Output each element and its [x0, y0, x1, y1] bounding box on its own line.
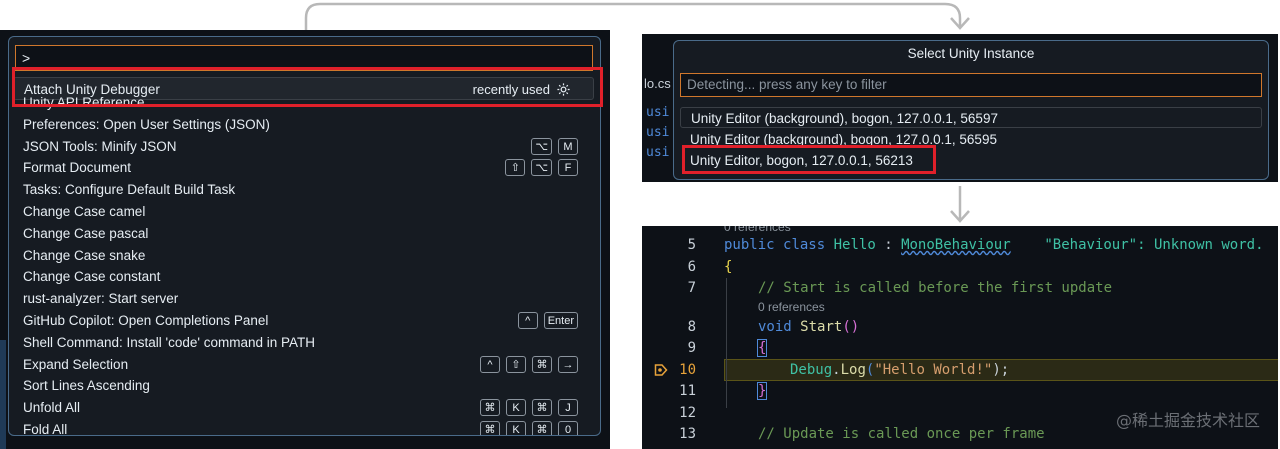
code-fragment: usi	[646, 145, 670, 160]
keybinding: ⌘ K ⌘ 0	[480, 420, 578, 435]
keycap: ⌘	[532, 420, 552, 435]
keycap: F	[558, 159, 578, 177]
keycap: 0	[558, 420, 578, 435]
command-label: Shell Command: Install 'code' command in…	[23, 334, 316, 350]
command-item[interactable]: Change Case pascal	[9, 223, 600, 245]
line-number: 5	[687, 237, 696, 253]
keycap: ^	[480, 355, 500, 373]
command-item[interactable]: Fold All ⌘ K ⌘ 0	[9, 419, 600, 436]
picker-title: Select Unity Instance	[907, 46, 1035, 61]
command-item[interactable]: Tasks: Configure Default Build Task	[9, 179, 600, 201]
code-editor: 0 references 5 6 7 8 9 10 11 12 13 publi…	[642, 226, 1278, 449]
command-label: Sort Lines Ascending	[23, 378, 150, 394]
instance-filter-input[interactable]: Detecting... press any key to filter	[680, 73, 1262, 97]
command-label: Tasks: Configure Default Build Task	[23, 182, 236, 198]
command-item[interactable]: Format Document ⇧ ⌥ F	[9, 157, 600, 179]
keycap: ⌥	[531, 159, 552, 177]
command-item[interactable]: rust-analyzer: Start server	[9, 288, 600, 310]
command-item[interactable]: Change Case snake	[9, 245, 600, 267]
command-label: Format Document	[23, 160, 132, 176]
keycap: K	[506, 399, 526, 417]
command-label: Change Case constant	[23, 269, 161, 285]
line-number: 12	[679, 405, 696, 421]
code-line-8: void Start()	[758, 319, 860, 335]
highlight-unity-editor-instance	[682, 145, 936, 174]
line-number: 8	[687, 319, 696, 335]
misspelled-word: MonoBehaviour	[901, 237, 1011, 253]
keycap: →	[558, 355, 578, 373]
keybinding: ^ ⇧ ⌘ →	[480, 355, 578, 373]
editor-gutter-stripe	[0, 340, 6, 449]
keycap: ⌘	[480, 399, 500, 417]
line-number: 9	[687, 340, 696, 356]
command-label: rust-analyzer: Start server	[23, 291, 179, 307]
code-line-5: public class Hello : MonoBehaviour "Beha…	[724, 237, 1264, 253]
highlight-attach-debugger	[12, 67, 603, 107]
code-line-10: Debug.Log("Hello World!");	[790, 362, 1010, 378]
command-item[interactable]: Sort Lines Ascending	[9, 375, 600, 397]
keycap: ^	[517, 311, 538, 329]
keycap: ⌘	[532, 355, 552, 373]
command-label: Change Case snake	[23, 247, 146, 263]
keycap: ⌘	[480, 420, 500, 435]
keycap: M	[558, 137, 578, 155]
line-number: 13	[679, 426, 696, 442]
command-label: Preferences: Open User Settings (JSON)	[23, 116, 270, 132]
keycap: ⌥	[531, 137, 552, 155]
code-line-11: }	[756, 382, 768, 400]
editor-tab-filename[interactable]: lo.cs	[644, 76, 671, 91]
command-item[interactable]: Shell Command: Install 'code' command in…	[9, 332, 600, 354]
indent-guide	[726, 278, 727, 408]
keybinding: ⇧ ⌥ F	[505, 159, 578, 177]
code-line-9: {	[756, 339, 768, 357]
instance-option[interactable]: Unity Editor (background), bogon, 127.0.…	[680, 107, 1262, 128]
command-item[interactable]: Change Case constant	[9, 266, 600, 288]
command-item[interactable]: JSON Tools: Minify JSON ⌥ M	[9, 136, 600, 158]
command-item[interactable]: Unfold All ⌘ K ⌘ J	[9, 397, 600, 419]
command-label: Expand Selection	[23, 356, 129, 372]
code-line-7: // Start is called before the first upda…	[758, 280, 1113, 296]
command-item[interactable]: Preferences: Open User Settings (JSON)	[9, 114, 600, 136]
code-fragment: usi	[646, 105, 670, 120]
keycap: J	[558, 399, 578, 417]
keycap: Enter	[543, 311, 578, 329]
command-label: Change Case pascal	[23, 225, 149, 241]
keybinding: ⌘ K ⌘ J	[480, 399, 578, 417]
line-number: 6	[687, 259, 696, 275]
command-list: Attach Unity Debugger recently used Unity …	[9, 77, 600, 436]
command-item[interactable]: Expand Selection ^ ⇧ ⌘ →	[9, 354, 600, 376]
spell-warning: "Behaviour": Unknown word.	[1044, 237, 1264, 253]
line-number: 11	[679, 383, 696, 399]
keybinding: ⌥ M	[531, 137, 578, 155]
keycap: ⇧	[506, 355, 526, 373]
command-label: Unfold All	[23, 400, 81, 416]
breakpoint-arrow-icon[interactable]	[654, 363, 668, 377]
command-label: GitHub Copilot: Open Completions Panel	[23, 312, 269, 328]
command-label: Fold All	[23, 421, 68, 436]
codelens-references[interactable]: 0 references	[758, 300, 825, 314]
keybinding: ^ Enter	[517, 311, 578, 329]
command-item[interactable]: GitHub Copilot: Open Completions Panel ^ E…	[9, 310, 600, 332]
command-item[interactable]: Change Case camel	[9, 201, 600, 223]
keycap: ⌘	[532, 399, 552, 417]
code-line-6: {	[724, 259, 733, 275]
line-number: 7	[687, 280, 696, 296]
code-line-13: // Update is called once per frame	[758, 426, 1045, 442]
code-fragment: usi	[646, 125, 670, 140]
keycap: ⇧	[505, 159, 526, 177]
command-label: JSON Tools: Minify JSON	[23, 138, 177, 154]
codelens-references[interactable]: 0 references	[724, 226, 791, 234]
command-label: Change Case camel	[23, 203, 146, 219]
line-number-current: 10	[679, 362, 696, 378]
keycap: K	[506, 420, 526, 435]
watermark: @稀土掘金技术社区	[1115, 411, 1260, 430]
